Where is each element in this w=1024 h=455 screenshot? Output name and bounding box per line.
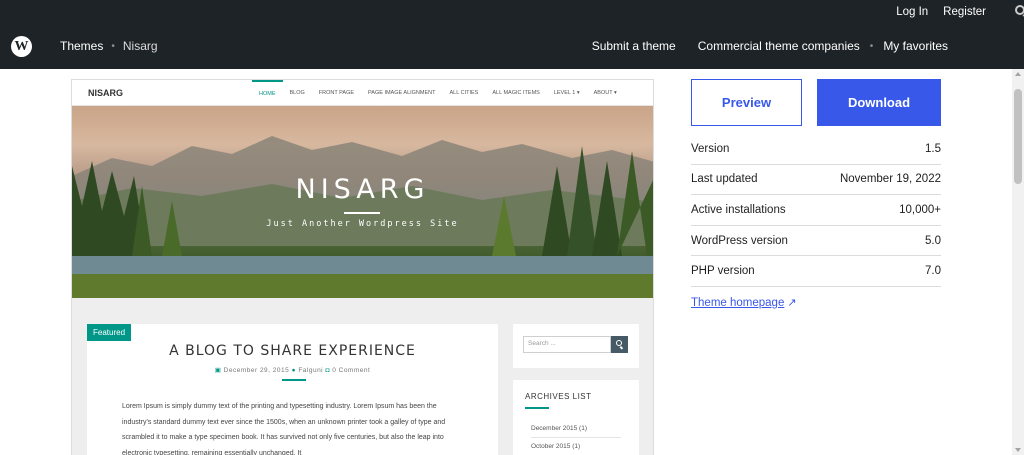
meta-value: 1.5	[925, 142, 941, 155]
meta-label: PHP version	[691, 265, 755, 278]
login-link[interactable]: Log In	[896, 6, 928, 18]
preview-site-menu: HOME BLOG FRONT PAGE PAGE IMAGE ALIGNMEN…	[252, 80, 624, 106]
meta-row-active-installations: Active installations 10,000+	[691, 195, 941, 226]
meta-row-version: Version 1.5	[691, 134, 941, 165]
preview-search-input: Search ...	[523, 336, 611, 353]
theme-meta-list: Version 1.5 Last updated November 19, 20…	[691, 134, 941, 287]
scroll-up-arrow-icon[interactable]	[1015, 72, 1021, 76]
meta-value: 10,000+	[899, 203, 941, 216]
meta-value: 5.0	[925, 234, 941, 247]
preview-post-divider	[282, 379, 306, 381]
preview-menu-item: HOME	[252, 80, 283, 106]
post-date: December 29, 2015	[223, 367, 290, 374]
meta-row-wordpress-version: WordPress version 5.0	[691, 226, 941, 257]
preview-menu-item: ALL CITIES	[449, 90, 479, 96]
nav-separator: •	[869, 40, 874, 52]
preview-search-widget: Search ...	[513, 324, 639, 368]
preview-site-logo: NISARG	[88, 88, 124, 98]
preview-archives-title: ARCHIVES LIST	[525, 392, 592, 401]
download-button[interactable]: Download	[817, 79, 941, 126]
preview-archives-widget: ARCHIVES LIST December 2015 (1) October …	[513, 380, 639, 455]
search-icon	[611, 336, 628, 353]
nav-submit-theme[interactable]: Submit a theme	[592, 39, 676, 53]
wordpress-logo-icon[interactable]: W	[11, 36, 32, 57]
preview-menu-item: LEVEL 1 ▾	[553, 90, 580, 96]
account-links: Log In Register	[881, 5, 1024, 19]
preview-archive-item: December 2015 (1)	[531, 425, 621, 438]
theme-screenshot: NISARG HOME BLOG FRONT PAGE PAGE IMAGE A…	[71, 79, 654, 455]
post-comments: 0 Comment	[332, 367, 371, 374]
nav-commercial-themes[interactable]: Commercial theme companies	[698, 39, 860, 53]
preview-post-card: Featured A BLOG TO SHARE EXPERIENCE ▣ De…	[87, 324, 498, 455]
meta-label: Active installations	[691, 203, 786, 216]
preview-menu-item: ALL MAGIC ITEMS	[492, 90, 540, 96]
page-scrollbar[interactable]	[1012, 69, 1024, 455]
breadcrumb-current: Nisarg	[122, 39, 158, 53]
preview-hero-title: NISARG	[295, 174, 430, 205]
main-nav: Submit a theme Commercial theme companie…	[592, 39, 948, 53]
meta-row-php-version: PHP version 7.0	[691, 256, 941, 287]
preview-hero-image: NISARG Just Another Wordpress Site	[72, 106, 653, 298]
preview-archives-divider	[525, 407, 549, 409]
meta-label: Last updated	[691, 173, 758, 186]
scrollbar-thumb[interactable]	[1014, 89, 1022, 184]
preview-site-header: NISARG HOME BLOG FRONT PAGE PAGE IMAGE A…	[72, 80, 653, 106]
preview-post-title: A BLOG TO SHARE EXPERIENCE	[169, 343, 416, 359]
preview-menu-item: PAGE IMAGE ALIGNMENT	[368, 90, 436, 96]
global-header: Log In Register W Themes • Nisarg Submit…	[0, 0, 1024, 69]
register-link[interactable]: Register	[943, 6, 986, 18]
preview-menu-item: FRONT PAGE	[318, 90, 355, 96]
preview-archive-item: October 2015 (1)	[531, 443, 621, 455]
breadcrumb-separator: •	[111, 40, 115, 52]
theme-homepage-link[interactable]: Theme homepage ↗	[691, 296, 797, 309]
meta-label: WordPress version	[691, 234, 788, 247]
featured-badge: Featured	[87, 324, 132, 341]
meta-value: 7.0	[925, 265, 941, 278]
preview-menu-item: ABOUT ▾	[593, 90, 617, 96]
meta-row-last-updated: Last updated November 19, 2022	[691, 165, 941, 196]
external-link-icon: ↗	[787, 297, 797, 309]
meta-value: November 19, 2022	[839, 173, 941, 186]
search-icon[interactable]	[1000, 5, 1024, 19]
preview-menu-item: BLOG	[289, 90, 305, 96]
preview-post-meta: ▣ December 29, 2015 ● Falguni ◘ 0 Commen…	[87, 366, 498, 374]
calendar-icon: ▣	[214, 367, 222, 374]
breadcrumb-themes[interactable]: Themes	[60, 39, 103, 53]
comments-icon: ◘	[325, 367, 330, 374]
preview-hero-tagline: Just Another Wordpress Site	[266, 219, 459, 229]
scroll-down-arrow-icon[interactable]	[1015, 448, 1021, 452]
user-icon: ●	[291, 367, 296, 374]
post-author: Falguni	[298, 367, 324, 374]
preview-post-body: Lorem Ipsum is simply dummy text of the …	[122, 403, 446, 455]
nav-my-favorites[interactable]: My favorites	[883, 39, 948, 53]
meta-label: Version	[691, 142, 730, 155]
theme-homepage-label: Theme homepage	[691, 297, 785, 309]
preview-hero-divider	[344, 212, 380, 214]
breadcrumb: Themes • Nisarg	[60, 39, 158, 53]
preview-button[interactable]: Preview	[691, 79, 802, 126]
